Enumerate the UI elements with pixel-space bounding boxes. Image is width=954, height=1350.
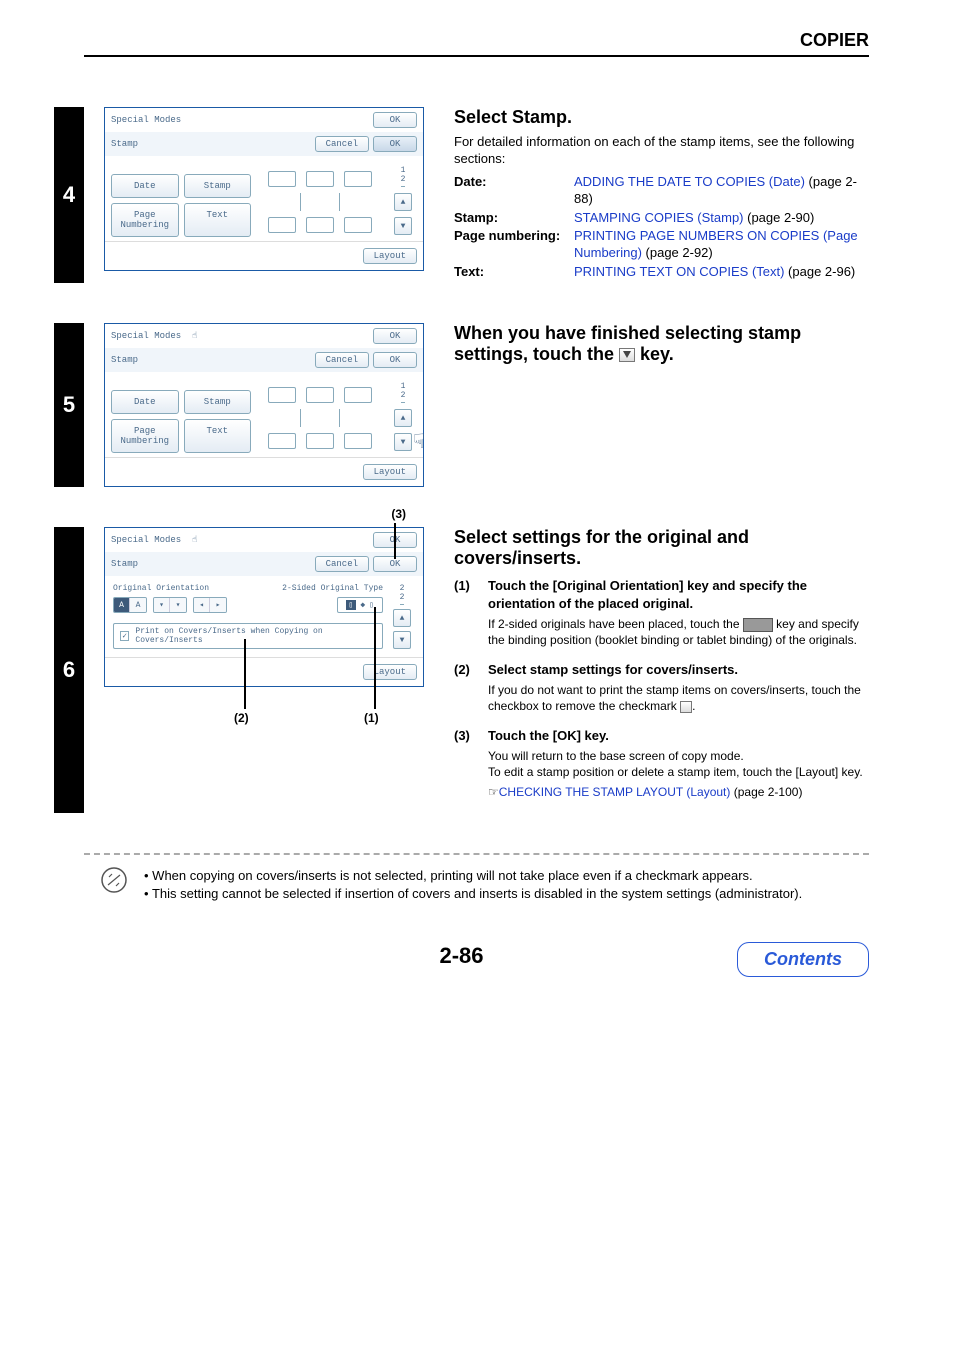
page-fraction: 1 2 <box>401 382 406 403</box>
item-num: (3) <box>454 727 470 745</box>
layout-button[interactable]: Layout <box>363 464 417 480</box>
page-fraction: 1 2 <box>401 166 406 187</box>
ref-label: Stamp: <box>454 210 574 227</box>
print-on-covers-row[interactable]: ✓ Print on Covers/Inserts when Copying o… <box>113 623 383 649</box>
link-stamp[interactable]: STAMPING COPIES (Stamp) <box>574 210 744 225</box>
two-sided-label: 2-Sided Original Type <box>282 584 383 593</box>
item-num: (2) <box>454 661 470 679</box>
layout-button[interactable]: Layout <box>363 248 417 264</box>
link-text[interactable]: PRINTING TEXT ON COPIES (Text) <box>574 264 784 279</box>
link-date[interactable]: ADDING THE DATE TO COPIES (Date) <box>574 174 805 189</box>
callout-2: (2) <box>234 711 249 725</box>
contents-button[interactable]: Contents <box>737 942 869 977</box>
layout-button[interactable]: Layout <box>363 664 417 680</box>
callout-3: (3) <box>391 507 406 521</box>
item-num: (1) <box>454 577 470 595</box>
item-title: Select stamp settings for covers/inserts… <box>488 662 738 677</box>
ref-label: Text: <box>454 264 574 281</box>
link-page-numbering[interactable]: PRINTING PAGE NUMBERS ON COPIES (Page Nu… <box>574 228 858 260</box>
item-title: Touch the [Original Orientation] key and… <box>488 578 807 611</box>
step-number: 6 <box>54 527 84 813</box>
cancel-button[interactable]: Cancel <box>315 556 369 572</box>
date-button[interactable]: Date <box>111 174 179 198</box>
callout-1: (1) <box>364 711 379 725</box>
step-number: 4 <box>54 107 84 283</box>
separator <box>84 853 869 855</box>
panel-subtitle: Stamp <box>111 559 138 569</box>
date-button[interactable]: Date <box>111 390 179 414</box>
scroll-down-button[interactable]: ▼ <box>394 433 412 451</box>
link-layout[interactable]: CHECKING THE STAMP LAYOUT (Layout) <box>499 785 731 799</box>
note-icon <box>84 867 144 893</box>
scroll-up-button[interactable]: ▲ <box>393 609 411 627</box>
ref-label: Page numbering: <box>454 228 574 262</box>
orientation-toggle[interactable]: AA <box>113 597 147 613</box>
layout-diagram <box>259 166 381 237</box>
page-numbering-button[interactable]: Page Numbering <box>111 203 179 237</box>
step-intro: For detailed information on each of the … <box>454 134 869 168</box>
checkbox-icon[interactable]: ✓ <box>120 631 129 641</box>
page-numbering-button[interactable]: Page Numbering <box>111 419 179 453</box>
step-6: 6 (3) Special Modes ☝ OK Stamp Cancel OK <box>54 527 869 813</box>
layout-diagram <box>259 382 381 453</box>
stamp-button[interactable]: Stamp <box>184 390 252 414</box>
panel-title: Special Modes ☝ <box>111 331 197 341</box>
two-sided-type-button[interactable]: ▯◆▯ <box>337 597 383 613</box>
step-number: 5 <box>54 323 84 487</box>
pointer-icon: ☟ <box>413 429 425 455</box>
step-4: 4 Special Modes OK Stamp Cancel OK Date <box>54 107 869 283</box>
stamp-button[interactable]: Stamp <box>184 174 252 198</box>
ok-button[interactable]: OK <box>373 328 417 344</box>
text-button[interactable]: Text <box>184 203 252 237</box>
scroll-up-button[interactable]: ▲ <box>394 409 412 427</box>
ref-label: Date: <box>454 174 574 208</box>
panel-subtitle: Stamp <box>111 355 138 365</box>
scroll-down-button[interactable]: ▼ <box>393 631 411 649</box>
orig-orient-label: Original Orientation <box>113 584 209 593</box>
touch-panel-stamp: Special Modes OK Stamp Cancel OK Date St… <box>104 107 424 271</box>
panel-title: Special Modes ☝ <box>111 535 197 545</box>
step-title: Select settings for the original and cov… <box>454 527 869 569</box>
down-arrow-icon <box>619 348 635 362</box>
step-5: 5 Special Modes ☝ OK Stamp Cancel OK Dat… <box>54 323 869 487</box>
scroll-down-button[interactable]: ▼ <box>394 217 412 235</box>
ok-button[interactable]: OK <box>373 112 417 128</box>
step-title: When you have finished selecting stamp s… <box>454 323 869 365</box>
two-sided-icon <box>743 618 773 632</box>
item-title: Touch the [OK] key. <box>488 728 609 743</box>
cancel-button[interactable]: Cancel <box>315 136 369 152</box>
panel-subtitle: Stamp <box>111 139 138 149</box>
page-fraction: 2 2 <box>400 584 405 605</box>
text-button[interactable]: Text <box>184 419 252 453</box>
cancel-button[interactable]: Cancel <box>315 352 369 368</box>
notes: When copying on covers/inserts is not se… <box>144 867 802 903</box>
ok-button-inner[interactable]: OK <box>373 136 417 152</box>
touch-panel-stamp-5: Special Modes ☝ OK Stamp Cancel OK Date … <box>104 323 424 487</box>
ok-button-inner[interactable]: OK <box>373 352 417 368</box>
orientation-toggle-2[interactable]: ▾▾ <box>153 597 187 613</box>
scroll-up-button[interactable]: ▲ <box>394 193 412 211</box>
orientation-toggle-3[interactable]: ◂▸ <box>193 597 227 613</box>
touch-panel-orient: Special Modes ☝ OK Stamp Cancel OK Origi… <box>104 527 424 687</box>
step-title: Select Stamp. <box>454 107 869 128</box>
checkbox-empty-icon <box>680 701 692 713</box>
section-header: COPIER <box>84 30 869 57</box>
panel-title: Special Modes <box>111 115 181 125</box>
